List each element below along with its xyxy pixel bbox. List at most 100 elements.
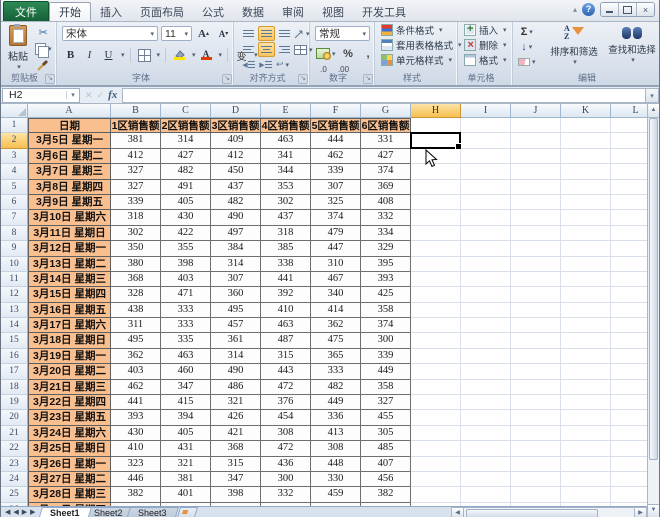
date-cell[interactable]: 3月7日 星期三	[28, 164, 111, 179]
empty-cell[interactable]	[511, 287, 561, 302]
empty-cell[interactable]	[561, 226, 611, 241]
value-cell[interactable]: 333	[161, 318, 211, 333]
value-cell[interactable]: 497	[211, 226, 261, 241]
cut-button[interactable]: ✂	[35, 26, 52, 39]
empty-cell[interactable]	[461, 364, 511, 379]
cancel-icon[interactable]: ✕	[85, 90, 93, 101]
insert-function-button[interactable]: fx	[108, 89, 117, 101]
value-cell[interactable]: 407	[361, 457, 411, 472]
expand-formula-bar-button[interactable]: ▾	[645, 88, 659, 103]
value-cell[interactable]: 374	[361, 318, 411, 333]
value-cell[interactable]: 495	[111, 333, 161, 348]
empty-cell[interactable]	[511, 180, 561, 195]
orientation-button[interactable]: ▾	[294, 27, 310, 40]
value-cell[interactable]: 421	[211, 426, 261, 441]
value-cell[interactable]: 315	[261, 349, 311, 364]
value-cell[interactable]: 341	[261, 149, 311, 164]
value-cell[interactable]: 472	[261, 441, 311, 456]
empty-cell[interactable]	[411, 272, 461, 287]
value-cell[interactable]: 361	[211, 333, 261, 348]
tab-developer[interactable]: 开发工具	[353, 3, 415, 21]
empty-cell[interactable]	[561, 395, 611, 410]
value-cell[interactable]: 448	[311, 457, 361, 472]
empty-cell[interactable]	[461, 349, 511, 364]
value-cell[interactable]: 463	[261, 133, 311, 148]
value-cell[interactable]: 381	[161, 472, 211, 487]
value-cell[interactable]: 382	[361, 487, 411, 502]
underline-button[interactable]: U	[101, 49, 116, 62]
value-cell[interactable]: 431	[161, 441, 211, 456]
horizontal-scrollbar[interactable]: ◀ ▶	[451, 507, 647, 517]
empty-cell[interactable]	[561, 441, 611, 456]
scroll-right-icon[interactable]: ▶	[634, 507, 647, 517]
value-cell[interactable]: 456	[361, 472, 411, 487]
underline-dropdown-icon[interactable]: ▾	[121, 51, 125, 59]
empty-cell[interactable]	[511, 133, 561, 148]
empty-cell[interactable]	[511, 380, 561, 395]
empty-cell[interactable]	[561, 318, 611, 333]
value-cell[interactable]: 436	[261, 457, 311, 472]
value-cell[interactable]: 308	[311, 441, 361, 456]
tab-data[interactable]: 数据	[233, 3, 273, 21]
formula-input[interactable]	[122, 88, 645, 103]
date-cell[interactable]: 3月10日 星期六	[28, 210, 111, 225]
wrap-text-button[interactable]: ↩▾	[275, 58, 290, 71]
date-cell[interactable]: 3月24日 星期六	[28, 426, 111, 441]
value-cell[interactable]: 457	[211, 318, 261, 333]
tab-insert[interactable]: 插入	[91, 3, 131, 21]
sales-header-cell[interactable]: 6区销售额	[361, 118, 411, 133]
empty-cell[interactable]	[511, 333, 561, 348]
value-cell[interactable]: 331	[361, 133, 411, 148]
value-cell[interactable]: 415	[161, 395, 211, 410]
date-cell[interactable]: 3月16日 星期五	[28, 303, 111, 318]
prev-sheet-icon[interactable]: ◀	[13, 508, 18, 516]
empty-cell[interactable]	[411, 226, 461, 241]
empty-cell[interactable]	[511, 164, 561, 179]
value-cell[interactable]: 393	[361, 272, 411, 287]
empty-cell[interactable]	[511, 487, 561, 502]
empty-cell[interactable]	[461, 180, 511, 195]
number-dialog-launcher[interactable]: ↘	[363, 74, 373, 84]
value-cell[interactable]: 358	[361, 303, 411, 318]
scroll-left-icon[interactable]: ◀	[451, 507, 464, 517]
value-cell[interactable]: 323	[111, 457, 161, 472]
format-cells-button[interactable]: 格式▾	[464, 53, 512, 67]
value-cell[interactable]: 460	[161, 364, 211, 379]
date-cell[interactable]: 3月15日 星期四	[28, 287, 111, 302]
value-cell[interactable]: 462	[311, 149, 361, 164]
align-left-button[interactable]	[241, 43, 256, 56]
empty-cell[interactable]	[561, 180, 611, 195]
value-cell[interactable]: 430	[161, 210, 211, 225]
value-cell[interactable]: 325	[311, 195, 361, 210]
value-cell[interactable]: 360	[211, 287, 261, 302]
empty-cell[interactable]	[511, 472, 561, 487]
empty-cell[interactable]	[561, 133, 611, 148]
value-cell[interactable]: 437	[211, 180, 261, 195]
value-cell[interactable]: 369	[361, 180, 411, 195]
value-cell[interactable]: 315	[211, 457, 261, 472]
empty-cell[interactable]	[561, 364, 611, 379]
value-cell[interactable]: 409	[211, 133, 261, 148]
paste-button[interactable]: 粘贴 ▾	[5, 25, 31, 71]
first-sheet-icon[interactable]: ◀	[5, 508, 10, 516]
value-cell[interactable]: 454	[261, 410, 311, 425]
value-cell[interactable]: 422	[161, 226, 211, 241]
fill-button[interactable]: ↓▾	[518, 40, 536, 53]
empty-cell[interactable]	[511, 272, 561, 287]
column-header-I[interactable]: I	[461, 104, 511, 118]
value-cell[interactable]: 314	[161, 133, 211, 148]
help-button[interactable]: ?	[582, 3, 595, 16]
empty-cell[interactable]	[461, 303, 511, 318]
empty-cell[interactable]	[411, 487, 461, 502]
date-cell[interactable]: 3月20日 星期二	[28, 364, 111, 379]
value-cell[interactable]: 300	[261, 472, 311, 487]
row-number-21[interactable]: 21	[1, 426, 28, 441]
tab-review[interactable]: 审阅	[273, 3, 313, 21]
value-cell[interactable]: 490	[211, 210, 261, 225]
date-cell[interactable]: 3月26日 星期一	[28, 457, 111, 472]
value-cell[interactable]: 300	[361, 333, 411, 348]
value-cell[interactable]: 410	[261, 303, 311, 318]
empty-cell[interactable]	[461, 395, 511, 410]
empty-cell[interactable]	[411, 441, 461, 456]
value-cell[interactable]: 414	[311, 303, 361, 318]
